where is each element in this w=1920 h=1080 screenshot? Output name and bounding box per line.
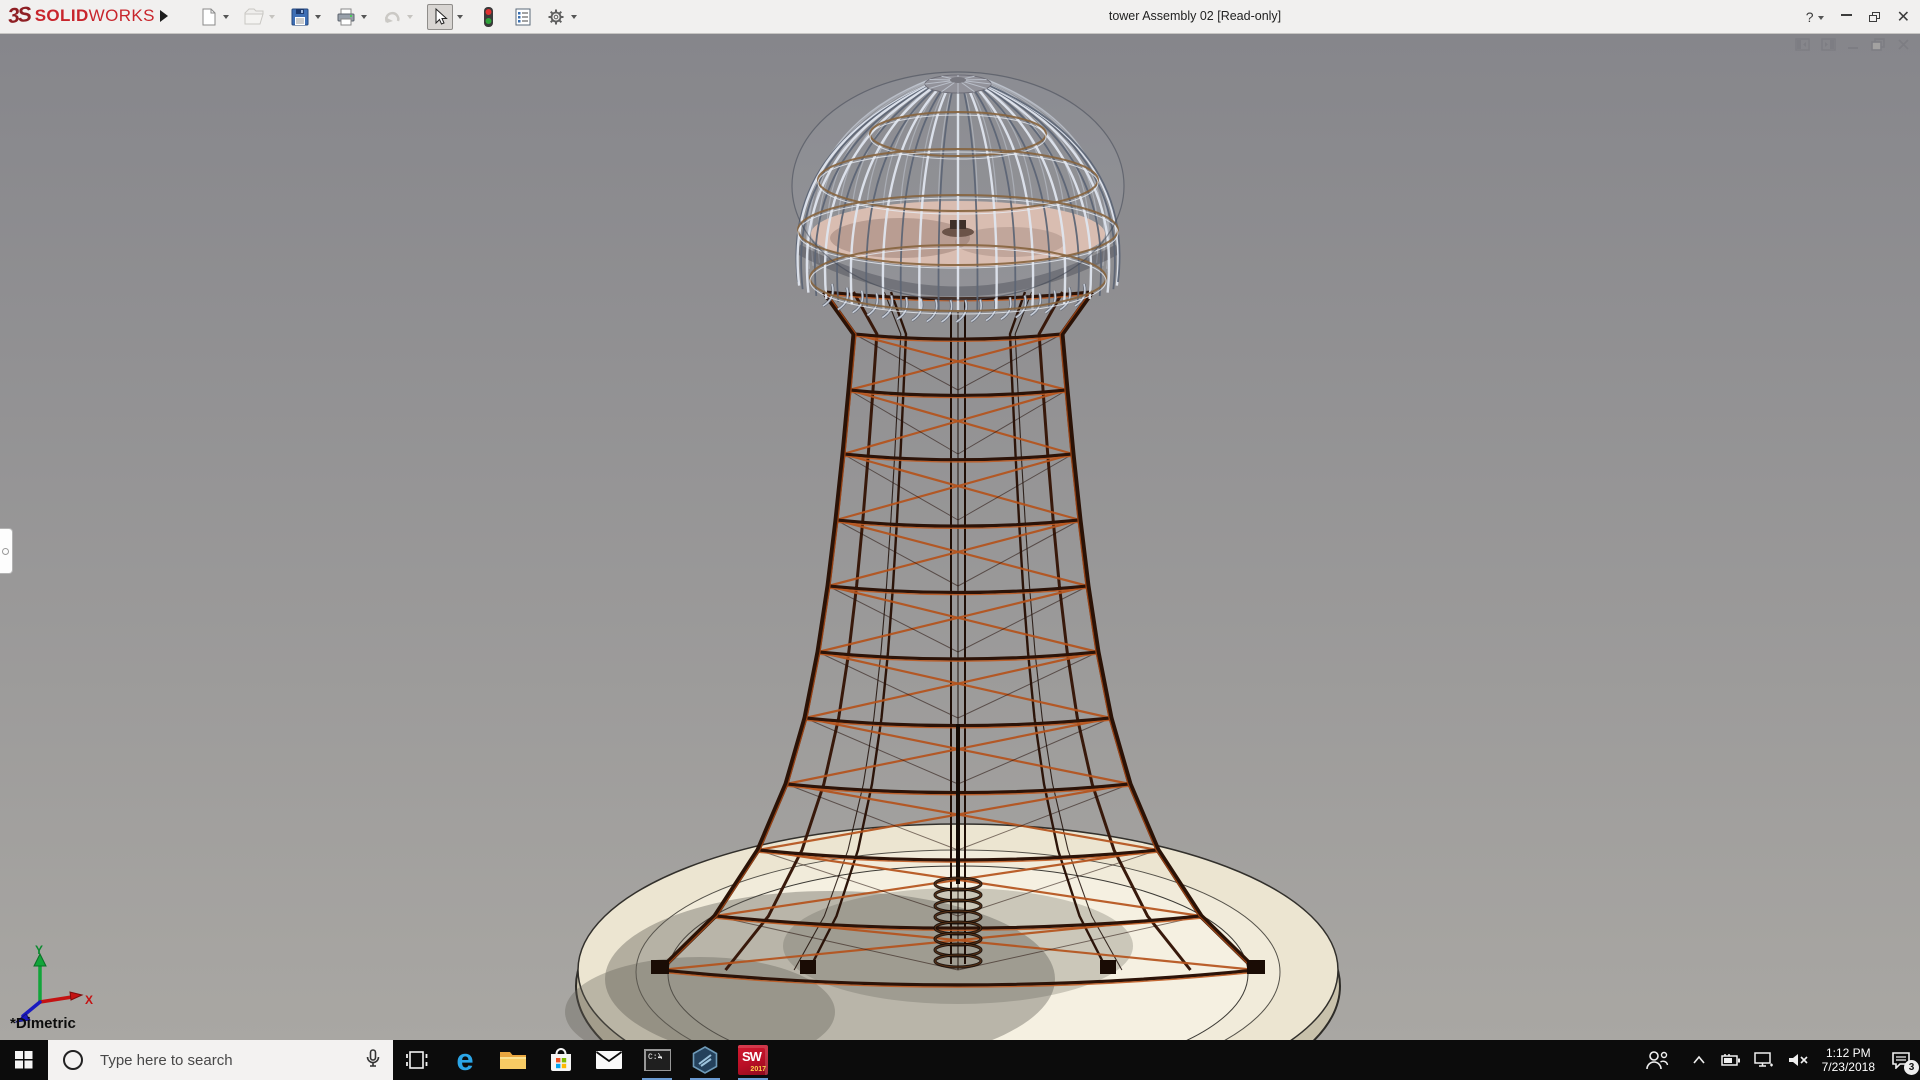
microsoft-store-icon [551, 1048, 571, 1071]
open-button[interactable] [242, 4, 285, 30]
rebuild-traffic-light-icon [477, 6, 499, 28]
minimize-icon [1840, 13, 1852, 16]
hidden-icons-button[interactable] [1692, 1055, 1706, 1065]
new-document-button[interactable] [196, 4, 239, 30]
search-placeholder: Type here to search [100, 1051, 233, 1069]
tray-date: 7/23/2018 [1821, 1060, 1875, 1074]
task-view-icon [406, 1051, 428, 1069]
dome-cupola [791, 71, 1125, 315]
triad-y-label: Y [35, 943, 43, 957]
open-dropdown [269, 14, 275, 19]
viewport-close-icon[interactable] [1897, 38, 1910, 51]
viewport-restore-icon[interactable] [1871, 38, 1886, 51]
options-button[interactable] [544, 4, 587, 30]
mail-button[interactable] [585, 1040, 633, 1080]
help-dropdown[interactable] [1817, 15, 1824, 20]
title-bar: 3S SOLIDWORKS tower Assembly 02 [Read-on… [0, 0, 1920, 34]
dassault-logo-mark: 3S [6, 2, 31, 29]
new-document-icon [197, 6, 219, 28]
close-button[interactable]: ✕ [1897, 7, 1910, 27]
taskbar-search[interactable]: Type here to search [48, 1040, 393, 1080]
battery-icon [1720, 1054, 1740, 1066]
file-properties-button[interactable] [511, 4, 535, 30]
windows-logo-icon [15, 1051, 33, 1069]
tray-time: 1:12 PM [1825, 1046, 1871, 1060]
microphone-icon[interactable] [366, 1049, 380, 1071]
print-dropdown[interactable] [361, 14, 367, 19]
people-icon [1645, 1051, 1668, 1070]
volume-muted-icon [1788, 1054, 1808, 1066]
edrawings-viewer-icon [692, 1046, 718, 1074]
microsoft-store-button[interactable] [537, 1040, 585, 1080]
new-document-dropdown[interactable] [223, 14, 229, 19]
print-button[interactable] [334, 4, 377, 30]
rebuild-button[interactable] [476, 4, 500, 30]
edrawings-viewer-button[interactable] [681, 1040, 729, 1080]
chevron-up-icon [1692, 1055, 1705, 1064]
triad-x-label: X [85, 993, 93, 1007]
undo-icon [381, 6, 403, 28]
save-button[interactable] [288, 4, 331, 30]
undo-dropdown [407, 14, 413, 19]
edge-browser-button[interactable]: e [441, 1040, 489, 1080]
document-window-controls [1795, 38, 1910, 51]
options-dropdown[interactable] [571, 14, 577, 19]
solidworks-logo-text: SOLIDWORKS [34, 6, 155, 25]
options-gear-icon [545, 6, 567, 28]
save-floppy-icon [289, 6, 311, 28]
select-cursor-icon [427, 3, 453, 30]
printer-icon [335, 6, 357, 28]
notification-badge: 3 [1904, 1060, 1919, 1075]
show-feature-pane-icon[interactable] [1795, 38, 1810, 51]
task-view-button[interactable] [393, 1040, 441, 1080]
start-button[interactable] [0, 1040, 48, 1080]
save-dropdown[interactable] [315, 14, 321, 19]
show-display-pane-icon[interactable] [1821, 38, 1836, 51]
system-tray: 1:12 PM 7/23/2018 3 [1645, 1046, 1920, 1075]
feature-manager-tab-dot [2, 548, 9, 555]
battery-button[interactable] [1719, 1053, 1741, 1067]
mail-icon [595, 1051, 623, 1069]
command-prompt-icon: C:\ [643, 1049, 671, 1071]
solidworks-logo: 3S SOLIDWORKS [6, 2, 155, 29]
taskbar-clock[interactable]: 1:12 PM 7/23/2018 [1822, 1046, 1875, 1074]
undo-button [380, 4, 423, 30]
people-button[interactable] [1645, 1050, 1669, 1070]
tower-3d-model[interactable] [0, 34, 1920, 1040]
edge-icon: e [456, 1042, 474, 1077]
windows-taskbar: Type here to search e C:\ SW 2017 1:12 P… [0, 1040, 1920, 1080]
main-toolbar [196, 0, 590, 33]
viewport-minimize-icon[interactable] [1847, 38, 1860, 51]
restore-button[interactable] [1868, 11, 1880, 22]
taskbar-apps: e C:\ SW 2017 [393, 1040, 777, 1080]
select-tool-button[interactable] [426, 2, 473, 32]
feature-manager-collapsed-tab[interactable] [0, 528, 13, 574]
file-explorer-icon [500, 1052, 526, 1069]
document-title: tower Assembly 02 [Read-only] [1108, 9, 1282, 23]
cortana-icon[interactable] [63, 1050, 83, 1070]
network-button[interactable] [1753, 1052, 1774, 1068]
toolbar-flyout-arrow[interactable] [160, 10, 168, 22]
select-dropdown[interactable] [457, 14, 463, 19]
volume-button[interactable] [1787, 1052, 1809, 1068]
action-center-button[interactable]: 3 [1888, 1047, 1919, 1075]
restore-icon [1868, 11, 1880, 22]
command-prompt-button[interactable]: C:\ [633, 1040, 681, 1080]
file-explorer-button[interactable] [489, 1040, 537, 1080]
solidworks-2017-button[interactable]: SW 2017 [729, 1040, 777, 1080]
help-button[interactable]: ? [1806, 9, 1824, 25]
open-folder-icon [243, 6, 265, 28]
view-orientation-label: *Dimetric [10, 1015, 76, 1032]
graphics-area[interactable]: Y X *Dimetric [0, 34, 1920, 1040]
solidworks-2017-icon: SW 2017 [738, 1045, 768, 1075]
network-icon [1753, 1052, 1773, 1067]
file-properties-icon [512, 6, 534, 28]
